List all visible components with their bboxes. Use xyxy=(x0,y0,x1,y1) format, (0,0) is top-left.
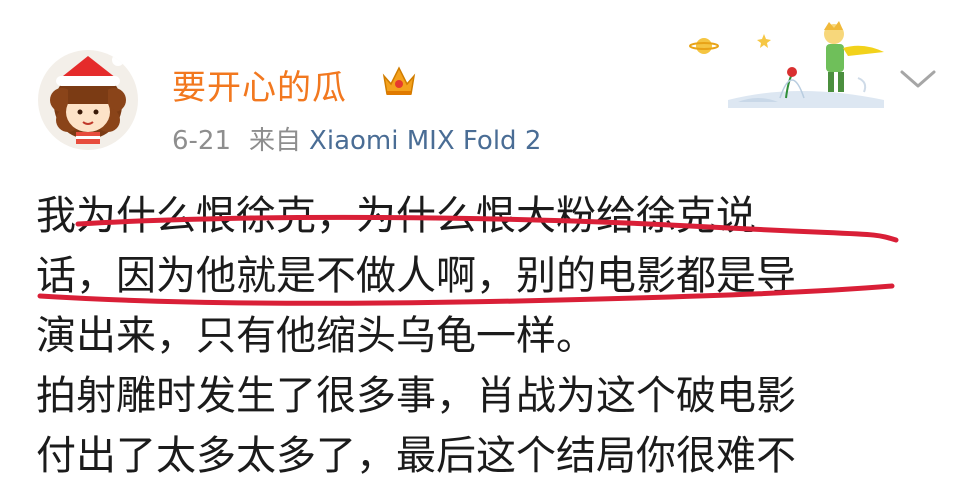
post-content: 我为什么恨徐克，为什么恨大粉给徐克说 话，因为他就是不做人啊，别的电影都是导 演… xyxy=(36,186,936,486)
post-line: 我为什么恨徐克，为什么恨大粉给徐克说 xyxy=(36,193,756,239)
cartoon-girl-icon xyxy=(50,54,126,144)
post-meta: 6-21 来自 Xiaomi MIX Fold 2 xyxy=(172,120,541,157)
username[interactable]: 要开心的瓜 xyxy=(172,60,347,109)
source-label: 来自 xyxy=(249,126,302,156)
avatar[interactable] xyxy=(38,50,138,150)
post-line: 付出了太多太多了，最后这个结局你很难不 xyxy=(36,433,796,479)
post-date: 6-21 xyxy=(172,126,232,156)
member-crown-icon[interactable] xyxy=(380,62,418,100)
post-line: 拍射雕时发生了很多事，肖战为这个破电影 xyxy=(36,373,796,419)
post-line: 话，因为他就是不做人啊，别的电影都是导 xyxy=(36,253,796,299)
device-link[interactable]: Xiaomi MIX Fold 2 xyxy=(309,126,541,156)
post-line: 演出来，只有他缩头乌龟一样。 xyxy=(36,313,596,359)
little-prince-decoration xyxy=(688,12,888,108)
chevron-down-icon[interactable] xyxy=(896,64,940,94)
